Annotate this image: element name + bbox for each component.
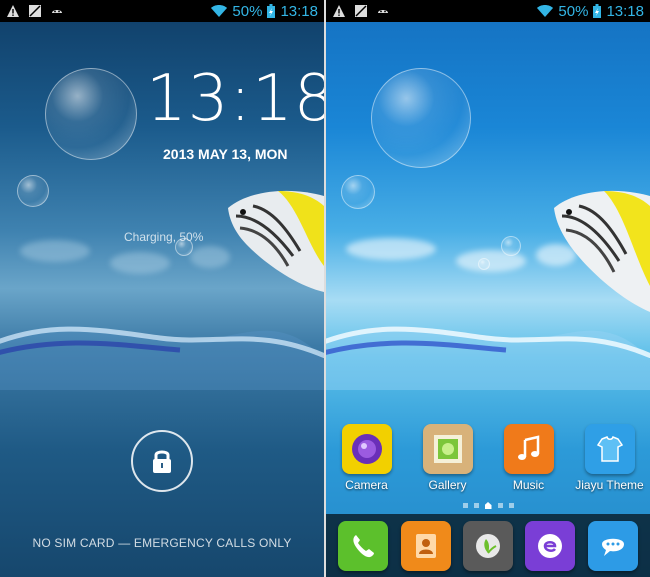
app-label: Gallery: [428, 478, 467, 492]
dock: [326, 514, 650, 577]
phone-icon[interactable]: [338, 520, 389, 571]
warning-icon: [7, 5, 19, 17]
page-dot: [473, 503, 479, 508]
app-row: Camera Gallery Music Jiayu Theme: [326, 424, 650, 492]
battery-percent: 50%: [232, 2, 263, 20]
fish-image: [554, 190, 650, 312]
page-dot: [508, 503, 514, 508]
water-splash: [326, 326, 650, 390]
lock-date: 2013 MAY 13, MON: [163, 146, 288, 162]
app-label: Music: [512, 478, 545, 492]
unlock-button[interactable]: [131, 430, 193, 492]
carrier-text: NO SIM CARD — EMERGENCY CALLS ONLY: [32, 536, 292, 550]
warning-icon: [333, 5, 345, 17]
sim-icon: [355, 5, 367, 17]
battery-charging-icon: [593, 4, 602, 18]
app-gallery[interactable]: Gallery: [407, 424, 488, 492]
app-jiayu-theme[interactable]: Jiayu Theme: [569, 424, 650, 492]
status-time: 13:18: [280, 2, 318, 20]
app-label: Jiayu Theme: [575, 478, 644, 492]
browser-icon[interactable]: [525, 520, 576, 571]
app-music[interactable]: Music: [488, 424, 569, 492]
page-dot: [497, 503, 503, 508]
status-bar: 50% 13:18: [0, 0, 324, 22]
status-time: 13:18: [606, 2, 644, 20]
charging-status: Charging, 50%: [124, 230, 204, 244]
padlock-icon: [153, 450, 171, 473]
music-icon: [503, 424, 554, 474]
home-page-icon: [484, 502, 492, 509]
gallery-icon: [422, 424, 473, 474]
android-icon: [378, 10, 388, 13]
page-dot: [462, 503, 468, 508]
fish-image: [228, 190, 324, 292]
wifi-icon: [211, 5, 228, 17]
lock-clock: 13:18: [146, 62, 324, 136]
water-splash: [0, 326, 324, 390]
wifi-icon: [537, 5, 554, 17]
battery-percent: 50%: [558, 2, 589, 20]
home-screen: 50% 13:18 Camera Gallery Music Jiayu The…: [326, 0, 650, 577]
app-drawer-icon[interactable]: [462, 520, 513, 571]
lock-screen: 50% 13:18 13:18 2013 MAY 13, MON Chargin…: [0, 0, 324, 577]
status-bar: 50% 13:18: [326, 0, 650, 22]
theme-icon: [584, 424, 635, 474]
app-camera[interactable]: Camera: [326, 424, 407, 492]
battery-charging-icon: [267, 4, 276, 18]
sim-icon: [29, 5, 41, 17]
contacts-icon[interactable]: [400, 520, 451, 571]
app-label: Camera: [345, 478, 388, 492]
page-indicator: [326, 502, 650, 509]
android-icon: [52, 10, 62, 13]
messaging-icon[interactable]: [587, 520, 638, 571]
camera-icon: [341, 424, 392, 474]
